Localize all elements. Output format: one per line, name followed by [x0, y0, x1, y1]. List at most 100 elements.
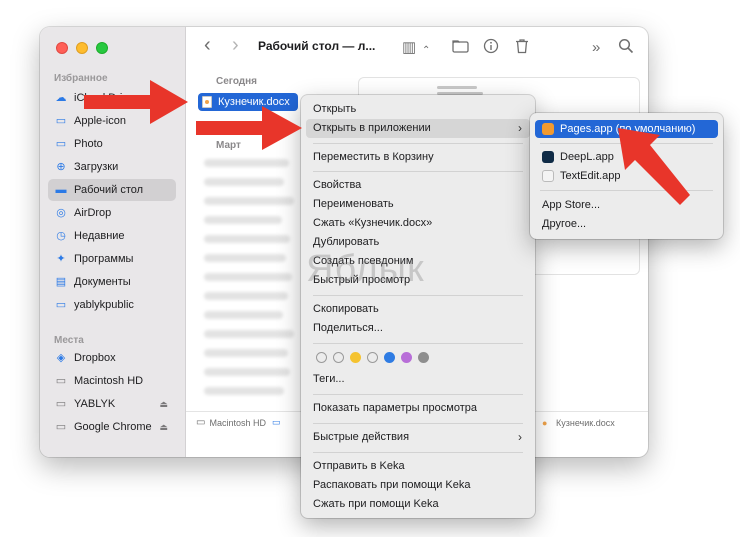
- docx-file-icon: ●: [542, 417, 548, 428]
- view-options-chevron-icon[interactable]: ⌃: [422, 41, 430, 61]
- menu-item-share[interactable]: Поделиться...: [306, 319, 530, 338]
- download-icon: ⊕: [56, 161, 66, 173]
- tag-gray[interactable]: [418, 352, 429, 363]
- tag-blue[interactable]: [384, 352, 395, 363]
- desktop-icon: ▬: [55, 184, 67, 196]
- menu-item-move-to-trash[interactable]: Переместить в Корзину: [306, 148, 530, 167]
- submenu-item-pages[interactable]: Pages.app (по умолчанию): [535, 120, 718, 138]
- sidebar-item-documents[interactable]: ▤ Документы: [48, 271, 176, 293]
- blurred-file-row[interactable]: [204, 254, 286, 262]
- sidebar-item-apple-icon[interactable]: ▭ Apple-icon: [48, 110, 176, 132]
- view-columns-icon[interactable]: ▥: [402, 38, 416, 58]
- menu-item-copy[interactable]: Скопировать: [306, 300, 530, 319]
- sidebar-item-label: Google Chrome: [74, 421, 152, 433]
- eject-icon[interactable]: ⏏: [159, 399, 168, 410]
- menu-separator: [313, 394, 523, 395]
- sidebar-item-yablyk[interactable]: ▭ YABLYK ⏏: [48, 393, 176, 415]
- menu-item-send-to-keka[interactable]: Отправить в Keka: [306, 457, 530, 476]
- sidebar-item-yablykpublic[interactable]: ▭ yablykpublic: [48, 294, 176, 316]
- sidebar-item-google-chrome[interactable]: ▭ Google Chrome ⏏: [48, 416, 176, 438]
- tag-purple[interactable]: [401, 352, 412, 363]
- blurred-file-row[interactable]: [204, 216, 282, 224]
- blurred-file-row[interactable]: [204, 197, 294, 205]
- blurred-file-row[interactable]: [204, 292, 288, 300]
- minimize-button[interactable]: [76, 42, 88, 54]
- preview-text-line: [437, 86, 477, 89]
- back-button[interactable]: ‹: [204, 35, 211, 55]
- tag-yellow[interactable]: [350, 352, 361, 363]
- zoom-button[interactable]: [96, 42, 108, 54]
- forward-button[interactable]: ›: [232, 35, 239, 55]
- menu-separator: [313, 423, 523, 424]
- places-header: Места: [54, 335, 84, 346]
- menu-item-get-info[interactable]: Свойства: [306, 176, 530, 195]
- sidebar-item-label: AirDrop: [74, 207, 112, 219]
- menu-item-extract-keka[interactable]: Распаковать при помощи Keka: [306, 476, 530, 495]
- blurred-file-row[interactable]: [204, 311, 283, 319]
- blurred-file-row[interactable]: [204, 330, 294, 338]
- group-icon[interactable]: [452, 38, 470, 60]
- submenu-item-deepl[interactable]: DeepL.app: [535, 148, 718, 166]
- pages-app-icon: [542, 123, 554, 135]
- menu-item-tags[interactable]: Теги...: [306, 370, 530, 389]
- menu-item-quick-actions[interactable]: Быстрые действия ›: [306, 428, 530, 447]
- menu-item-label: Открыть в приложении: [313, 122, 431, 134]
- blurred-file-row[interactable]: [204, 178, 284, 186]
- sidebar: Избранное ☁ iCloud Drive ▭ Apple-icon ▭ …: [40, 27, 186, 457]
- apps-icon: ✦: [56, 253, 66, 265]
- favorites-header: Избранное: [54, 73, 108, 84]
- submenu-item-other[interactable]: Другое...: [535, 215, 718, 233]
- menu-item-compress-keka[interactable]: Сжать при помощи Keka: [306, 495, 530, 514]
- sidebar-item-icloud[interactable]: ☁ iCloud Drive: [48, 87, 176, 109]
- menu-item-open-with[interactable]: Открыть в приложении ›: [306, 119, 530, 138]
- tag-none-3[interactable]: [367, 352, 378, 363]
- submenu-item-label: DeepL.app: [560, 151, 614, 163]
- sidebar-item-recents[interactable]: ◷ Недавние: [48, 225, 176, 247]
- blurred-file-row[interactable]: [204, 349, 288, 357]
- close-button[interactable]: [56, 42, 68, 54]
- context-menu: Открыть Открыть в приложении › Перемести…: [301, 95, 535, 518]
- sidebar-item-downloads[interactable]: ⊕ Загрузки: [48, 156, 176, 178]
- sidebar-item-label: YABLYK: [74, 398, 116, 410]
- menu-separator: [313, 452, 523, 453]
- blurred-file-row[interactable]: [204, 159, 289, 167]
- blurred-file-row[interactable]: [204, 235, 290, 243]
- deepl-app-icon: [542, 151, 554, 163]
- menu-separator: [313, 295, 523, 296]
- more-toolbar-icon[interactable]: »: [592, 38, 600, 58]
- info-icon[interactable]: [483, 38, 499, 60]
- menu-item-open[interactable]: Открыть: [306, 100, 530, 119]
- trash-icon[interactable]: [515, 38, 529, 60]
- sidebar-item-photo[interactable]: ▭ Photo: [48, 133, 176, 155]
- chevron-right-icon: ›: [518, 430, 522, 444]
- group-header-march: Март: [216, 140, 241, 151]
- menu-item-compress[interactable]: Сжать «Кузнечик.docx»: [306, 214, 530, 233]
- blurred-file-row[interactable]: [204, 273, 292, 281]
- file-name: Кузнечик.docx: [218, 96, 290, 108]
- sidebar-item-desktop[interactable]: ▬ Рабочий стол: [48, 179, 176, 201]
- blurred-file-row[interactable]: [204, 368, 290, 376]
- clock-icon: ◷: [56, 230, 66, 242]
- sidebar-item-label: Загрузки: [74, 161, 119, 173]
- file-row-selected[interactable]: Кузнечик.docx: [198, 93, 298, 111]
- menu-item-show-view-options[interactable]: Показать параметры просмотра: [306, 399, 530, 418]
- path-disk[interactable]: Macintosh HD: [209, 418, 266, 428]
- sidebar-item-dropbox[interactable]: ◈ Dropbox: [48, 347, 176, 369]
- menu-separator: [313, 143, 523, 144]
- cloud-icon: ☁: [55, 92, 67, 104]
- sidebar-item-applications[interactable]: ✦ Программы: [48, 248, 176, 270]
- submenu-item-textedit[interactable]: TextEdit.app: [535, 167, 718, 185]
- eject-icon[interactable]: ⏏: [159, 422, 168, 433]
- tag-none-1[interactable]: [316, 352, 327, 363]
- disk-icon: ▭: [196, 417, 206, 428]
- tag-none-2[interactable]: [333, 352, 344, 363]
- menu-item-rename[interactable]: Переименовать: [306, 195, 530, 214]
- blurred-file-row[interactable]: [204, 387, 284, 395]
- sidebar-item-macintosh-hd[interactable]: ▭ Macintosh HD: [48, 370, 176, 392]
- submenu-item-app-store[interactable]: App Store...: [535, 196, 718, 214]
- sidebar-item-airdrop[interactable]: ◎ AirDrop: [48, 202, 176, 224]
- path-file[interactable]: Кузнечик.docx: [556, 418, 615, 428]
- search-icon[interactable]: [618, 38, 634, 60]
- disk-icon: ▭: [55, 421, 67, 433]
- sidebar-item-label: iCloud Drive: [74, 92, 134, 104]
